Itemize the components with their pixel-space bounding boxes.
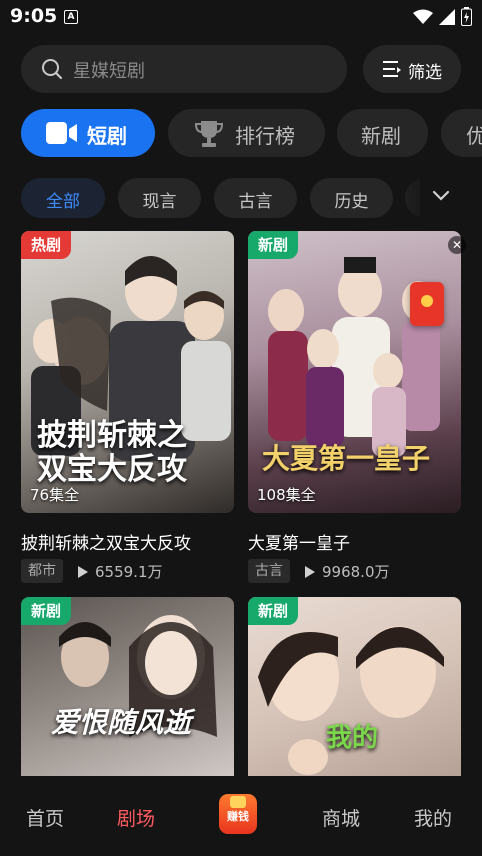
play-count-value: 6559.1万 [95, 563, 163, 581]
nav-mall[interactable]: 商城 [322, 804, 360, 831]
nav-earn-money-button[interactable]: 赚钱 [219, 794, 257, 834]
play-icon [305, 565, 315, 578]
episode-count: 108集全 [257, 486, 316, 504]
new-badge: 新剧 [248, 231, 299, 259]
subtab-ancient-romance[interactable]: 古言 [214, 178, 297, 218]
subtab-ancient-romance-label: 古言 [238, 192, 273, 212]
search-icon [42, 59, 63, 80]
subtab-history[interactable]: 历史 [310, 178, 393, 218]
filter-icon [383, 61, 401, 77]
tab-short-drama-label: 短剧 [87, 124, 127, 148]
genre-tag: 古言 [248, 559, 290, 583]
drama-card-4-poster[interactable]: 我的 新剧 [248, 597, 461, 776]
poster-title-art: 爱恨随风逝 [51, 706, 192, 739]
nav-mine[interactable]: 我的 [414, 804, 452, 831]
nav-earn-money-label: 赚钱 [227, 810, 249, 823]
tab-new-drama[interactable]: 新剧 [337, 109, 428, 157]
filter-label: 筛选 [408, 63, 442, 83]
subtab-modern-romance[interactable]: 现言 [118, 178, 201, 218]
genre-tag: 都市 [21, 559, 63, 583]
new-badge: 新剧 [21, 597, 72, 625]
red-envelope-icon[interactable] [410, 282, 444, 326]
signal-icon [439, 8, 455, 25]
tab-more-label: 优 [466, 124, 482, 148]
poster-title-art: 我的 [326, 723, 379, 753]
episode-count: 76集全 [30, 486, 80, 504]
subtab-modern-romance-label: 现言 [142, 192, 177, 212]
coin-icon [230, 796, 246, 808]
status-time: 9:05 [10, 5, 58, 27]
bottom-navigation: 首页 剧场 赚钱 商城 我的 [0, 776, 482, 856]
subtab-all-label: 全部 [46, 192, 80, 212]
search-placeholder: 星媒短剧 [73, 61, 145, 82]
subtab-history-label: 历史 [334, 192, 369, 212]
filter-button[interactable]: 筛选 [363, 45, 461, 93]
hot-badge: 热剧 [21, 231, 72, 259]
drama-card-2-title[interactable]: 大夏第一皇子 [248, 529, 350, 554]
play-count: 6559.1万 [77, 561, 163, 582]
play-count: 9968.0万 [304, 561, 390, 582]
video-camera-icon [46, 122, 77, 144]
tab-more[interactable]: 优 [441, 109, 482, 157]
trophy-icon [194, 121, 224, 147]
poster-title-art: 披荆斩棘之 双宝大反攻 [37, 418, 187, 487]
tab-ranking-label: 排行榜 [235, 124, 295, 148]
nav-theater[interactable]: 剧场 [117, 804, 155, 831]
play-count-value: 9968.0万 [322, 563, 390, 581]
subtab-all[interactable]: 全部 [21, 178, 105, 218]
drama-card-1-poster[interactable]: 披荆斩棘之 双宝大反攻 热剧 76集全 [21, 231, 234, 513]
tab-short-drama[interactable]: 短剧 [21, 109, 155, 157]
drama-card-1-title[interactable]: 披荆斩棘之双宝大反攻 [21, 529, 191, 554]
search-bar[interactable]: 星媒短剧 [21, 45, 347, 93]
expand-categories-button[interactable] [420, 178, 468, 218]
drama-card-3-poster[interactable]: 爱恨随风逝 新剧 [21, 597, 234, 776]
red-envelope-coin [421, 295, 433, 307]
battery-icon [461, 7, 472, 26]
tab-new-drama-label: 新剧 [361, 124, 401, 148]
status-icons [413, 7, 472, 26]
chevron-down-icon [432, 190, 450, 201]
status-bar: 9:05 A [0, 0, 482, 34]
nav-home[interactable]: 首页 [26, 804, 64, 831]
notification-a-icon: A [64, 10, 78, 24]
new-badge: 新剧 [248, 597, 299, 625]
close-icon[interactable]: ✕ [448, 236, 466, 254]
drama-card-2-poster[interactable]: 大夏第一皇子 新剧 108集全 [248, 231, 461, 513]
wifi-icon [413, 9, 433, 24]
poster-title-art: 大夏第一皇子 [262, 442, 431, 475]
play-icon [78, 565, 88, 578]
tab-ranking[interactable]: 排行榜 [168, 109, 325, 157]
